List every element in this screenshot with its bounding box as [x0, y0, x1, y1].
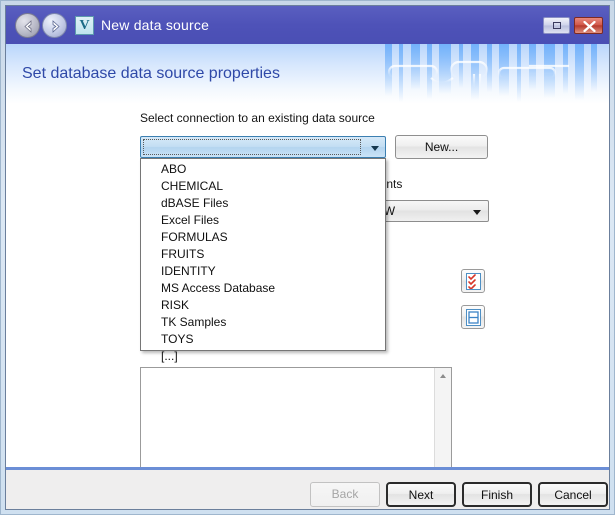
list-item[interactable]: Excel Files: [141, 212, 385, 229]
dialog-body: Select connection to an existing data so…: [6, 104, 609, 467]
connection-dropdown-list[interactable]: ABO CHEMICAL dBASE Files Excel Files FOR…: [140, 158, 386, 351]
checklist-icon: [466, 273, 481, 290]
page-title: Set database data source properties: [22, 65, 280, 83]
list-item[interactable]: FRUITS: [141, 246, 385, 263]
window-client-area: V New data source: [5, 5, 610, 510]
close-icon: [583, 21, 596, 32]
banner-decoration: [379, 44, 609, 104]
list-item[interactable]: IDENTITY: [141, 263, 385, 280]
restore-icon: [553, 22, 561, 29]
list-item[interactable]: ABO: [141, 161, 385, 178]
list-item[interactable]: [...]: [141, 348, 385, 365]
back-nav-button[interactable]: [15, 13, 40, 38]
restore-window-button[interactable]: [543, 17, 570, 34]
list-item[interactable]: RISK: [141, 297, 385, 314]
window-title: New data source: [101, 17, 209, 33]
focus-indicator: [143, 139, 361, 155]
forward-nav-button[interactable]: [42, 13, 67, 38]
new-connection-button[interactable]: New...: [395, 135, 488, 159]
list-item[interactable]: CHEMICAL: [141, 178, 385, 195]
arrow-left-icon: [19, 17, 38, 36]
chevron-down-icon: [473, 210, 481, 215]
document-list-icon: [466, 309, 481, 326]
finish-button[interactable]: Finish: [462, 482, 532, 507]
close-window-button[interactable]: [574, 17, 603, 34]
list-item[interactable]: TOYS: [141, 331, 385, 348]
arrow-right-icon: [46, 17, 65, 36]
chevron-down-icon: [371, 146, 379, 151]
back-button[interactable]: Back: [310, 482, 380, 507]
triangle-up-icon: [440, 374, 446, 378]
page-banner: Set database data source properties: [6, 44, 609, 104]
list-item[interactable]: MS Access Database: [141, 280, 385, 297]
list-item[interactable]: TK Samples: [141, 314, 385, 331]
connection-label: Select connection to an existing data so…: [140, 111, 375, 125]
dialog-footer: Back Next Finish Cancel: [6, 467, 609, 510]
connection-dropdown-button[interactable]: [365, 137, 385, 157]
new-data-source-dialog: V New data source: [0, 0, 615, 515]
next-button[interactable]: Next: [386, 482, 456, 507]
cancel-button[interactable]: Cancel: [538, 482, 608, 507]
list-item[interactable]: FORMULAS: [141, 229, 385, 246]
scroll-up-button[interactable]: [435, 368, 451, 384]
connection-combobox[interactable]: [140, 136, 386, 158]
check-list-button[interactable]: [461, 269, 485, 293]
list-item[interactable]: dBASE Files: [141, 195, 385, 212]
app-logo-icon: V: [75, 16, 94, 35]
properties-button[interactable]: [461, 305, 485, 329]
title-bar: V New data source: [6, 6, 609, 45]
